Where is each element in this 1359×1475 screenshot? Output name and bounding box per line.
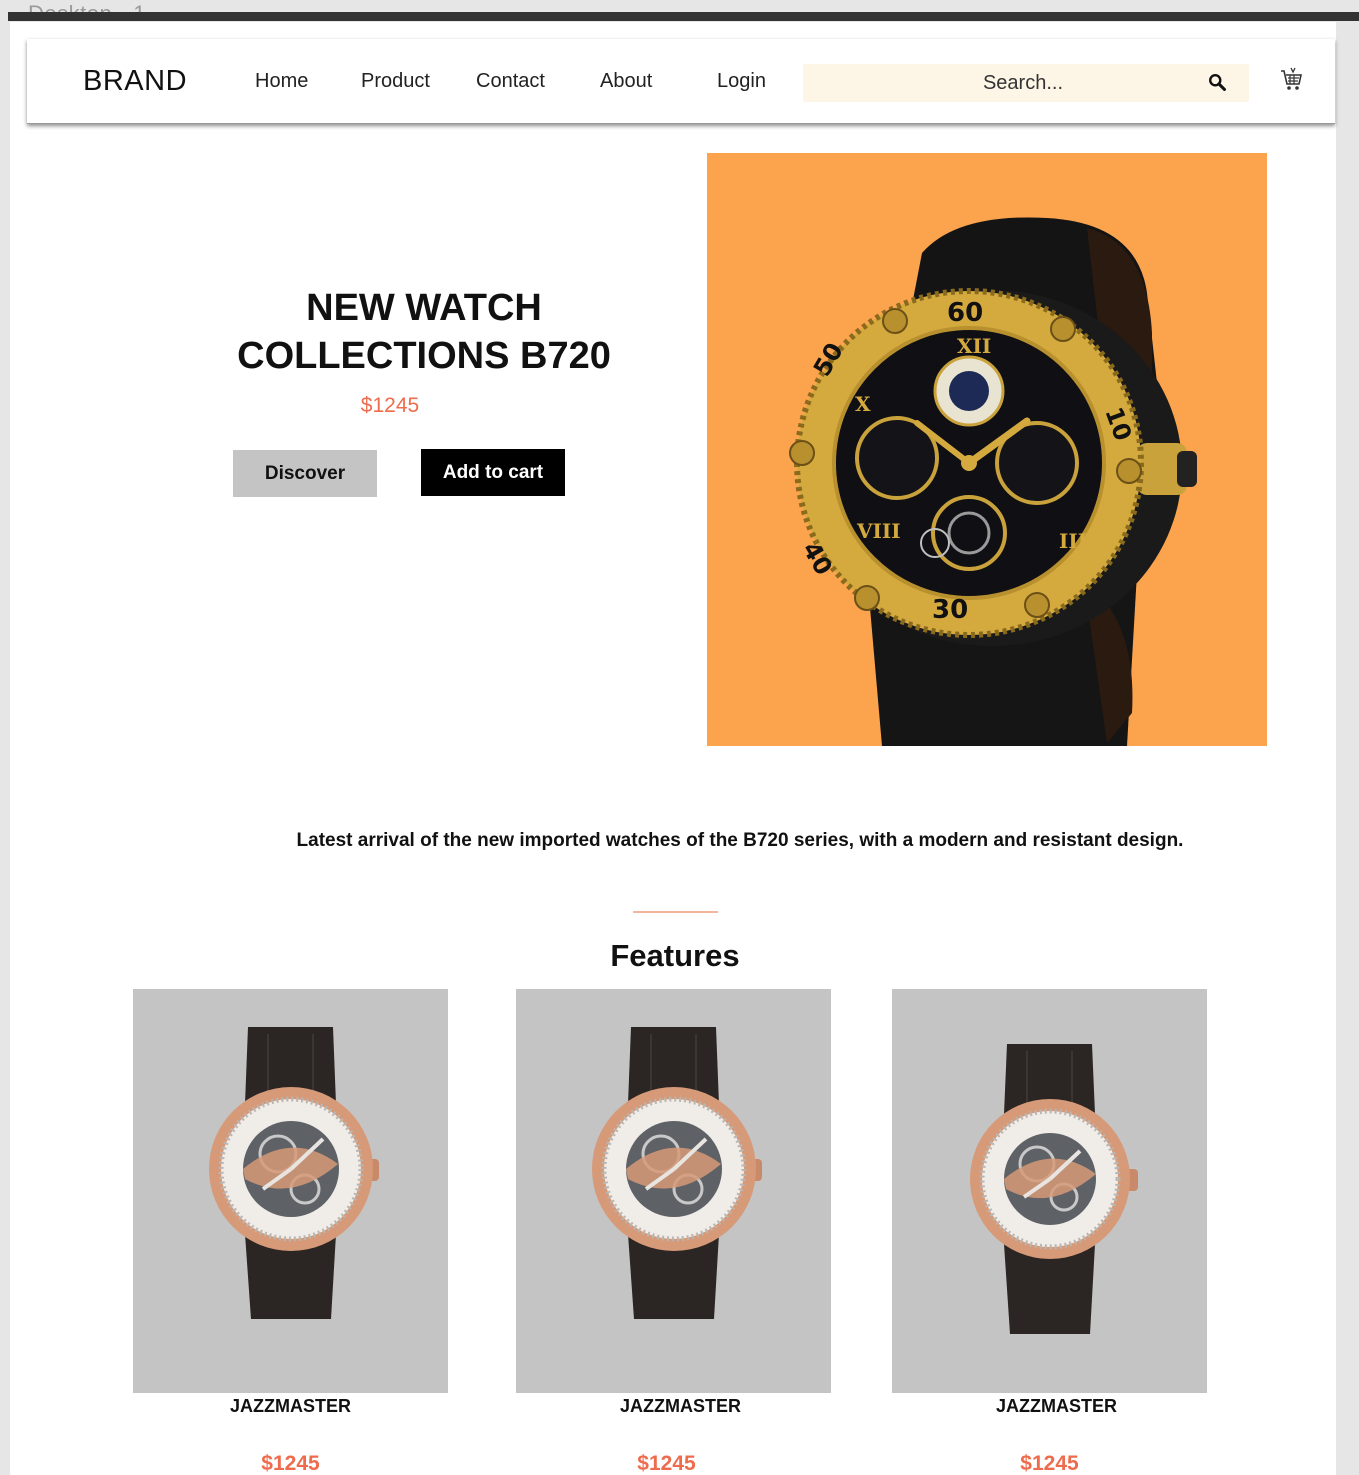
- features-title: Features: [610, 938, 740, 973]
- product-name[interactable]: JAZZMASTER: [523, 1396, 838, 1417]
- svg-text:30: 30: [932, 595, 968, 625]
- svg-text:IIII: IIII: [1059, 529, 1096, 553]
- window-top-bar: [8, 12, 1359, 21]
- section-divider: [633, 911, 718, 913]
- nav-link-home[interactable]: Home: [255, 70, 308, 93]
- watch-illustration: 60 10 30 40 50 XII X IIII VIII: [789, 217, 1197, 746]
- cart-icon[interactable]: [1279, 67, 1303, 93]
- svg-text:VIII: VIII: [856, 519, 901, 543]
- navbar: BRAND Home Product Contact About Login: [27, 39, 1335, 124]
- hero-tagline: Latest arrival of the new imported watch…: [296, 830, 1184, 851]
- svg-text:XII: XII: [957, 334, 991, 358]
- nav-link-about[interactable]: About: [600, 70, 652, 93]
- jazzmaster-watch-image: [209, 1027, 379, 1319]
- product-name[interactable]: JAZZMASTER: [133, 1396, 448, 1417]
- search-input[interactable]: [803, 64, 1203, 102]
- product-price: $1245: [637, 1452, 696, 1475]
- product-card-image[interactable]: [516, 989, 831, 1393]
- hero-title: NEW WATCH COLLECTIONS B720: [237, 287, 611, 377]
- svg-text:60: 60: [947, 298, 983, 328]
- product-price: $1245: [1020, 1452, 1079, 1475]
- nav-link-product[interactable]: Product: [361, 70, 430, 93]
- product-price: $1245: [261, 1452, 320, 1475]
- discover-button[interactable]: Discover: [233, 450, 377, 497]
- hero-watch-image: 60 10 30 40 50 XII X IIII VIII: [707, 153, 1267, 746]
- product-card-image[interactable]: [133, 989, 448, 1393]
- nav-link-login[interactable]: Login: [717, 70, 766, 93]
- jazzmaster-watch-image: [592, 1027, 762, 1319]
- svg-text:X: X: [855, 392, 871, 416]
- product-name[interactable]: JAZZMASTER: [899, 1396, 1214, 1417]
- brand-logo[interactable]: BRAND: [83, 65, 187, 98]
- search-bar: [803, 64, 1249, 102]
- nav-link-contact[interactable]: Contact: [476, 70, 545, 93]
- search-icon[interactable]: [1207, 72, 1229, 94]
- jazzmaster-watch-image: [970, 1044, 1138, 1334]
- add-to-cart-button[interactable]: Add to cart: [421, 449, 565, 496]
- hero-price: $1245: [360, 394, 420, 417]
- product-card-image[interactable]: [892, 989, 1207, 1393]
